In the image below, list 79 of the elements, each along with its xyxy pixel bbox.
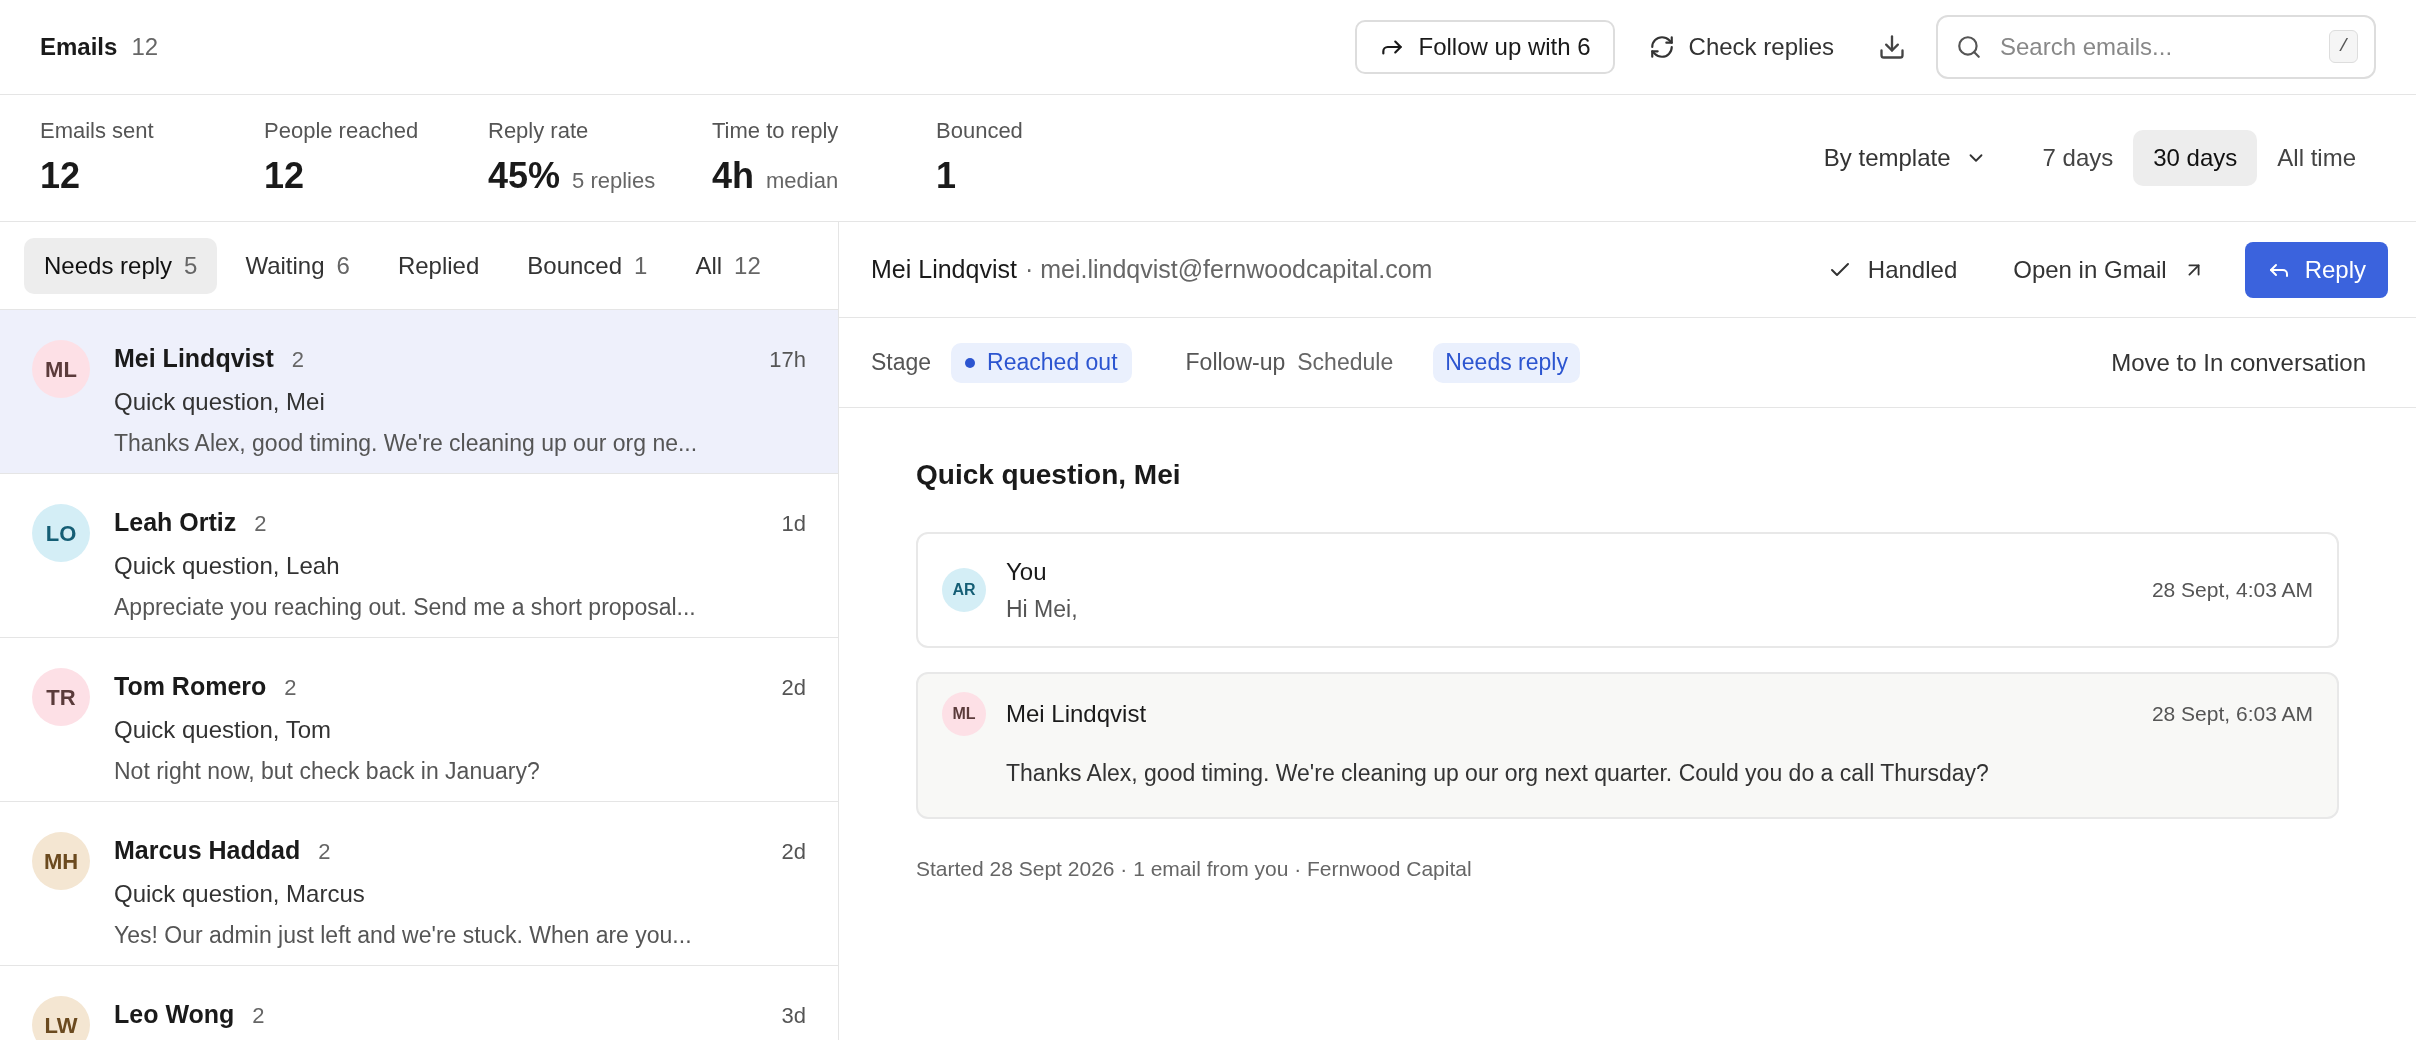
contact-name: Mei Lindqvist: [871, 253, 1017, 285]
range-tab[interactable]: 30 days: [2133, 130, 2258, 186]
stat-note: 5 replies: [572, 166, 656, 195]
filter-tab[interactable]: Bounced 1: [507, 237, 668, 294]
email-time: 3d: [781, 1002, 806, 1030]
message-sender: Mei Lindqvist: [1006, 699, 1147, 729]
email-list-item[interactable]: ML Mei Lindqvist 2 17h Quick question, Mei Thanks Alex, good timing. We're cleaning up our org ne...: [0, 310, 838, 474]
message-sender: You: [1006, 556, 1048, 587]
page-title: Emails: [40, 32, 118, 62]
status-badge: Needs reply: [1433, 342, 1580, 383]
message-count: 2: [284, 674, 297, 702]
avatar: TR: [32, 668, 90, 726]
sender-name: Marcus Haddad: [114, 835, 301, 866]
email-subject: Quick question, Leah: [114, 550, 341, 581]
stage-badge: Reached out: [951, 342, 1132, 383]
filter-tab[interactable]: Replied: [377, 237, 500, 294]
search-icon: [1956, 34, 1982, 60]
stat-label: Emails sent: [40, 116, 155, 145]
move-stage-button[interactable]: Move to In conversation: [2111, 344, 2366, 381]
message-time: 28 Sept, 6:03 AM: [2151, 701, 2313, 728]
stage-label: Stage: [871, 348, 932, 378]
filter-tab[interactable]: Needs reply 5: [24, 237, 218, 294]
schedule-link[interactable]: Schedule: [1297, 345, 1394, 380]
email-time: 2d: [781, 674, 806, 702]
email-time: 17h: [769, 346, 806, 374]
email-time: 1d: [781, 510, 806, 538]
email-time: 2d: [781, 838, 806, 866]
follow-up-label: Follow-up: [1185, 348, 1286, 378]
stat-value: 4h: [712, 153, 754, 198]
stat-label: People reached: [264, 116, 420, 145]
message-time: 28 Sept, 4:03 AM: [2151, 577, 2313, 604]
follow-up-button[interactable]: Follow up with 6: [1354, 20, 1615, 74]
range-tab[interactable]: 7 days: [2022, 130, 2134, 186]
email-count: 12: [131, 32, 159, 62]
avatar: MH: [32, 832, 90, 890]
reply-button[interactable]: Reply: [2244, 241, 2388, 298]
range-tab[interactable]: All time: [2257, 130, 2376, 186]
message-body: Thanks Alex, good timing. We're cleaning up our org next quarter. Could you do a call Thursday?: [1005, 759, 1990, 788]
avatar: ML: [32, 340, 90, 398]
filter-tab[interactable]: All 12: [675, 237, 781, 294]
stat-label: Time to reply: [712, 116, 840, 145]
avatar: LW: [32, 996, 90, 1040]
message-body: Hi Mei,: [1006, 594, 1078, 624]
message-count: 2: [291, 346, 304, 374]
message-count: 2: [252, 1002, 265, 1030]
message-count: 2: [254, 510, 267, 538]
email-preview: Thanks Alex, good timing. We're cleaning up our org ne...: [114, 428, 699, 458]
filter-tab[interactable]: Waiting 6: [225, 237, 370, 294]
open-in-gmail-link[interactable]: Open in Gmail: [2013, 251, 2205, 288]
download-icon: [1878, 33, 1906, 61]
avatar: LO: [32, 504, 90, 562]
email-subject: Quick question, Tom: [114, 714, 332, 745]
thread-subject: Quick question, Mei: [916, 458, 1182, 492]
group-by-dropdown[interactable]: By template: [1823, 140, 1987, 176]
stat-value: 1: [936, 153, 957, 198]
thread-summary: Started 28 Sept 2026 · 1 email from you · Fernwood Capital: [916, 855, 1473, 882]
handled-button[interactable]: Handled: [1827, 251, 1958, 288]
sender-name: Mei Lindqvist: [114, 343, 274, 374]
avatar: ML: [942, 692, 986, 736]
stat-value: 12: [264, 153, 305, 198]
stat-value: 45%: [488, 153, 561, 198]
email-subject: Quick question, Marcus: [114, 878, 366, 909]
email-subject: Quick question, Mei: [114, 386, 326, 417]
message-count: 2: [318, 838, 331, 866]
stat-value: 12: [40, 153, 81, 198]
email-preview: Yes! Our admin just left and we're stuck. When are you...: [114, 920, 693, 950]
sender-name: Leo Wong: [114, 999, 235, 1030]
shortcut-key: /: [2329, 30, 2358, 63]
stat-label: Bounced: [936, 116, 1024, 145]
email-preview: Appreciate you reaching out. Send me a short proposal...: [114, 592, 697, 622]
refresh-icon: [1648, 34, 1675, 60]
sender-name: Leah Ortiz: [114, 507, 237, 538]
contact-email: · mei.lindqvist@fernwoodcapital.com: [1024, 253, 1433, 285]
sender-name: Tom Romero: [114, 671, 267, 702]
check-replies-button[interactable]: Check replies: [1644, 20, 1838, 74]
email-preview: Not right now, but check back in January?: [114, 756, 541, 786]
avatar: AR: [942, 568, 986, 612]
stat-label: Reply rate: [488, 116, 590, 145]
stat-note: median: [766, 166, 839, 195]
